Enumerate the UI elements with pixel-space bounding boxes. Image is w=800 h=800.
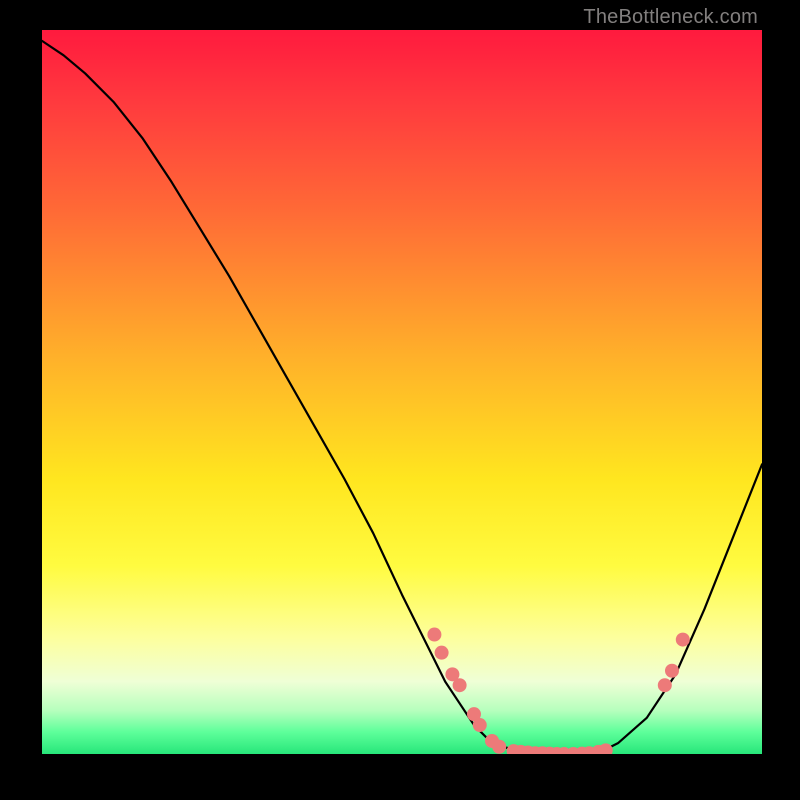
chart-frame <box>42 30 762 754</box>
chart-gradient-background <box>42 30 762 754</box>
attribution-text: TheBottleneck.com <box>583 6 758 29</box>
